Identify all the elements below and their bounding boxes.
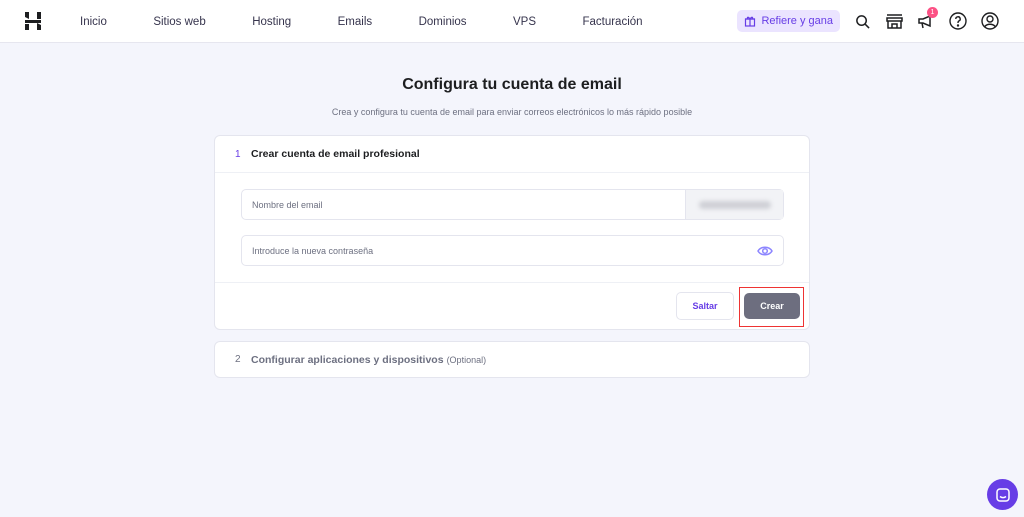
step1-header: 1 Crear cuenta de email profesional xyxy=(215,136,809,173)
password-input[interactable]: Introduce la nueva contraseña xyxy=(241,235,784,266)
hostinger-logo[interactable] xyxy=(24,12,42,30)
step-configure-apps[interactable]: 2 Configurar aplicaciones y dispositivos… xyxy=(214,341,810,378)
chat-button[interactable] xyxy=(987,479,1018,510)
announcement-icon[interactable]: 1 xyxy=(916,7,938,31)
page-subtitle: Crea y configura tu cuenta de email para… xyxy=(331,107,693,117)
email-domain-suffix xyxy=(685,190,783,219)
help-icon[interactable] xyxy=(948,11,968,31)
create-button[interactable]: Crear xyxy=(744,293,800,319)
step2-title: Configurar aplicaciones y dispositivos xyxy=(251,353,444,366)
email-name-input[interactable]: Nombre del email xyxy=(241,189,784,220)
chat-icon xyxy=(995,487,1010,502)
page-title: Configura tu cuenta de email xyxy=(402,76,622,93)
nav-sitios-web[interactable]: Sitios web xyxy=(153,16,205,28)
store-icon[interactable] xyxy=(884,11,904,31)
nav-dominios[interactable]: Dominios xyxy=(419,16,467,28)
step-create-email: 1 Crear cuenta de email profesional Nomb… xyxy=(214,135,810,330)
step1-number: 1 xyxy=(235,148,241,160)
top-nav: Inicio Sitios web Hosting Emails Dominio… xyxy=(0,0,1024,43)
eye-icon[interactable] xyxy=(757,244,773,258)
nav-hosting[interactable]: Hosting xyxy=(252,16,291,28)
skip-button[interactable]: Saltar xyxy=(676,292,734,320)
refer-button[interactable]: Refiere y gana xyxy=(737,10,840,32)
notification-badge: 1 xyxy=(927,7,938,18)
divider xyxy=(215,282,809,283)
nav-emails[interactable]: Emails xyxy=(338,16,373,28)
nav-vps[interactable]: VPS xyxy=(513,16,536,28)
search-icon[interactable] xyxy=(852,11,872,31)
step2-optional: (Optional) xyxy=(446,354,487,365)
gift-icon xyxy=(745,16,756,27)
step1-title: Crear cuenta de email profesional xyxy=(251,148,420,160)
blurred-domain xyxy=(698,200,771,209)
nav-facturacion[interactable]: Facturación xyxy=(582,16,642,28)
step2-number: 2 xyxy=(235,354,241,365)
nav-inicio[interactable]: Inicio xyxy=(80,16,107,28)
account-icon[interactable] xyxy=(980,11,1000,31)
